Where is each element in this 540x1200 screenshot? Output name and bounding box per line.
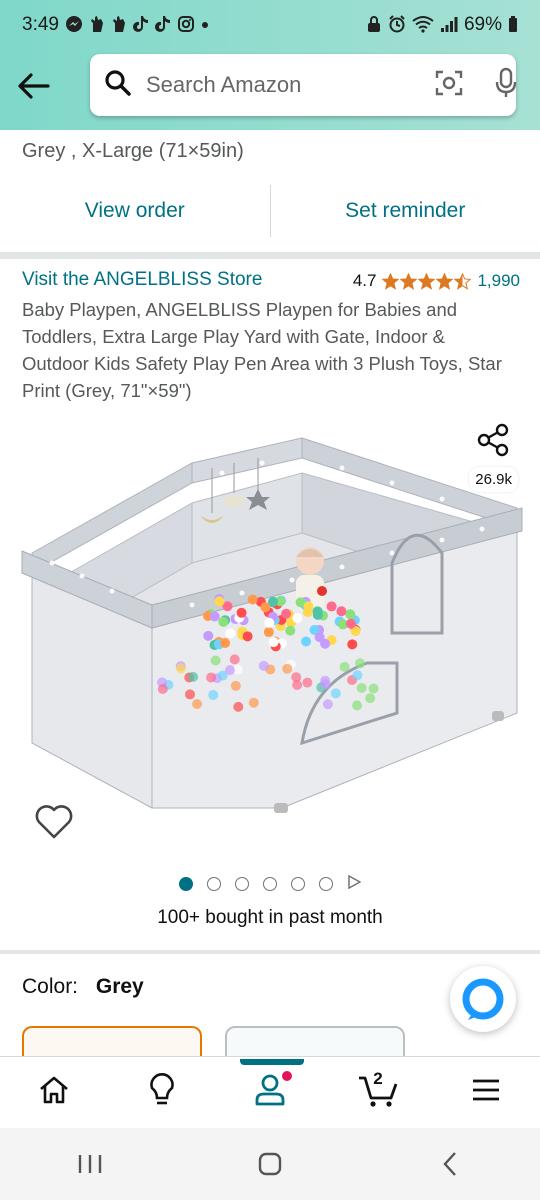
system-nav-bar xyxy=(0,1128,540,1200)
tiktok-icon xyxy=(154,15,171,36)
search-icon xyxy=(104,69,132,102)
nav-account[interactable] xyxy=(240,1058,304,1123)
rating-value: 4.7 xyxy=(352,271,377,290)
product-gallery[interactable]: 26.9k xyxy=(0,419,540,849)
color-value: Grey xyxy=(95,975,144,998)
menu-icon xyxy=(471,1078,501,1107)
dot-icon xyxy=(201,15,209,36)
set-reminder-button[interactable]: Set reminder xyxy=(271,185,540,237)
notification-dot xyxy=(282,1070,292,1081)
bought-count: 100+ bought in past month xyxy=(157,907,383,928)
star-icon xyxy=(400,272,418,290)
color-selector: Color: Grey xyxy=(22,975,144,999)
wifi-icon xyxy=(412,15,434,36)
video-play-icon[interactable] xyxy=(347,874,362,894)
nav-inspire[interactable] xyxy=(132,1063,192,1123)
order-actions: View order Set reminder xyxy=(0,185,540,237)
star-icon xyxy=(418,272,436,290)
cart-count: 2 xyxy=(373,1068,383,1088)
pagination-dot[interactable] xyxy=(319,877,333,891)
star-icon xyxy=(436,272,454,290)
star-icon xyxy=(454,272,472,290)
battery-icon xyxy=(508,15,518,36)
alarm-icon xyxy=(388,14,406,36)
product-image[interactable] xyxy=(12,433,528,829)
nav-cart[interactable]: 2 xyxy=(348,1063,408,1123)
section-divider xyxy=(0,252,540,259)
search-input[interactable] xyxy=(146,72,434,98)
hand-icon xyxy=(89,15,105,36)
rating[interactable]: 4.7 1,990 xyxy=(353,271,520,291)
pagination-dot[interactable] xyxy=(291,877,305,891)
microphone-icon[interactable] xyxy=(494,67,518,104)
status-time: 3:49 xyxy=(22,14,59,35)
order-variant-detail: Grey , X-Large (71×59in) xyxy=(22,140,244,162)
home-button-icon[interactable] xyxy=(250,1144,290,1184)
star-icon xyxy=(382,272,400,290)
back-icon[interactable] xyxy=(430,1144,470,1184)
hand-icon xyxy=(111,15,127,36)
battery-percent: 69% xyxy=(463,14,502,35)
pagination-dot[interactable] xyxy=(235,877,249,891)
bottom-nav: 2 xyxy=(0,1056,540,1128)
account-icon xyxy=(254,1073,286,1112)
nav-home[interactable] xyxy=(24,1063,84,1123)
color-label: Color: xyxy=(22,975,79,998)
search-box[interactable] xyxy=(90,54,518,116)
status-bar: 3:49 69% xyxy=(0,0,540,50)
home-icon xyxy=(38,1075,70,1110)
heart-icon[interactable] xyxy=(34,803,74,841)
view-order-button[interactable]: View order xyxy=(0,185,270,237)
header xyxy=(0,50,540,130)
nav-menu[interactable] xyxy=(456,1063,516,1123)
lightbulb-icon xyxy=(147,1072,177,1113)
status-right: 69% xyxy=(366,14,518,36)
section-divider xyxy=(0,950,540,954)
pagination-dot[interactable] xyxy=(263,877,277,891)
recent-apps-icon[interactable] xyxy=(70,1144,110,1184)
rating-count[interactable]: 1,990 xyxy=(477,271,520,291)
share-icon[interactable] xyxy=(476,423,510,457)
messenger-icon xyxy=(65,15,83,36)
tiktok-icon xyxy=(132,15,149,36)
order-panel: Grey , X-Large (71×59in) View order Set … xyxy=(0,130,540,252)
image-pagination xyxy=(0,873,540,895)
pagination-dot[interactable] xyxy=(179,877,193,891)
camera-scan-icon[interactable] xyxy=(434,69,464,102)
store-row: Visit the ANGELBLISS Store 4.7 1,990 xyxy=(22,269,520,293)
rating-stars xyxy=(382,272,472,290)
signal-icon xyxy=(440,15,458,36)
share-count: 26.9k xyxy=(469,467,518,492)
product-title: Baby Playpen, ANGELBLISS Playpen for Bab… xyxy=(22,299,502,401)
store-link[interactable]: Visit the ANGELBLISS Store xyxy=(22,269,262,290)
lock-icon xyxy=(366,15,382,36)
instagram-icon xyxy=(177,15,195,36)
rufus-assistant-button[interactable] xyxy=(450,966,516,1032)
pagination-dot[interactable] xyxy=(207,877,221,891)
status-left: 3:49 xyxy=(22,14,209,36)
active-indicator xyxy=(240,1058,304,1065)
back-arrow-icon[interactable] xyxy=(16,70,52,102)
